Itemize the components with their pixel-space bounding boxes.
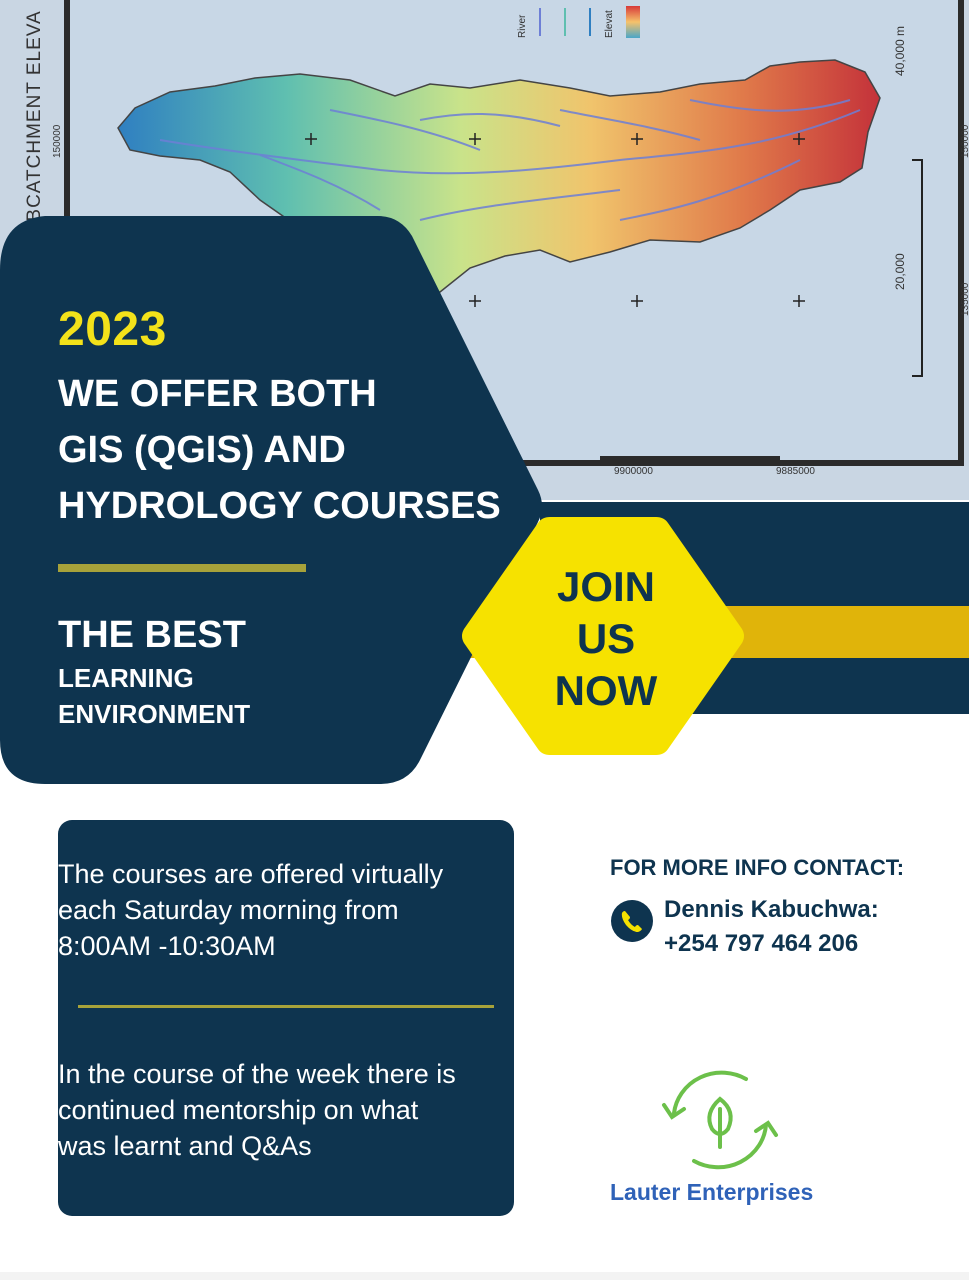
- contact-details: Dennis Kabuchwa: +254 797 464 206: [664, 893, 879, 961]
- poster: SUBCATCHMENT ELEVA 150000 150000 135000 …: [0, 0, 969, 1280]
- contact-heading: FOR MORE INFO CONTACT:: [610, 855, 905, 880]
- bottom-strip: [0, 1272, 969, 1280]
- schedule-paragraph: The courses are offered virtually each S…: [58, 856, 514, 964]
- learning-environment: LEARNING ENVIRONMENT: [58, 660, 250, 732]
- divider-line: [58, 564, 306, 572]
- info-divider: [78, 1005, 494, 1008]
- contact-name: Dennis Kabuchwa:: [664, 896, 879, 923]
- schedule-line-2: each Saturday morning from: [58, 895, 399, 925]
- mentorship-line-1: In the course of the week there is: [58, 1059, 456, 1089]
- join-us-text[interactable]: JOIN US NOW: [520, 561, 692, 717]
- join-line-2: US: [576, 615, 636, 662]
- year-heading: 2023: [58, 303, 167, 356]
- schedule-line-3: 8:00AM -10:30AM: [58, 931, 276, 961]
- headline-line-2: GIS (QGIS) AND: [58, 429, 346, 471]
- join-line-3: NOW: [554, 667, 658, 714]
- learning-text: LEARNING: [58, 663, 194, 693]
- phone-icon[interactable]: [611, 900, 653, 942]
- course-info-box: The courses are offered virtually each S…: [58, 820, 514, 1216]
- environment-text: ENVIRONMENT: [58, 699, 251, 729]
- mentorship-paragraph: In the course of the week there is conti…: [58, 1056, 514, 1164]
- join-line-1: JOIN: [556, 563, 656, 610]
- mentorship-line-2: continued mentorship on what: [58, 1095, 419, 1125]
- headline: WE OFFER BOTH GIS (QGIS) AND HYDROLOGY C…: [58, 366, 538, 534]
- best-heading: THE BEST: [58, 614, 246, 656]
- mentorship-line-3: was learnt and Q&As: [58, 1131, 312, 1161]
- recycle-leaf-icon: [662, 1070, 778, 1170]
- brand-name: Lauter Enterprises: [610, 1179, 814, 1205]
- contact-phone[interactable]: +254 797 464 206: [664, 927, 879, 961]
- headline-line-1: WE OFFER BOTH: [58, 373, 377, 415]
- schedule-line-1: The courses are offered virtually: [58, 859, 444, 889]
